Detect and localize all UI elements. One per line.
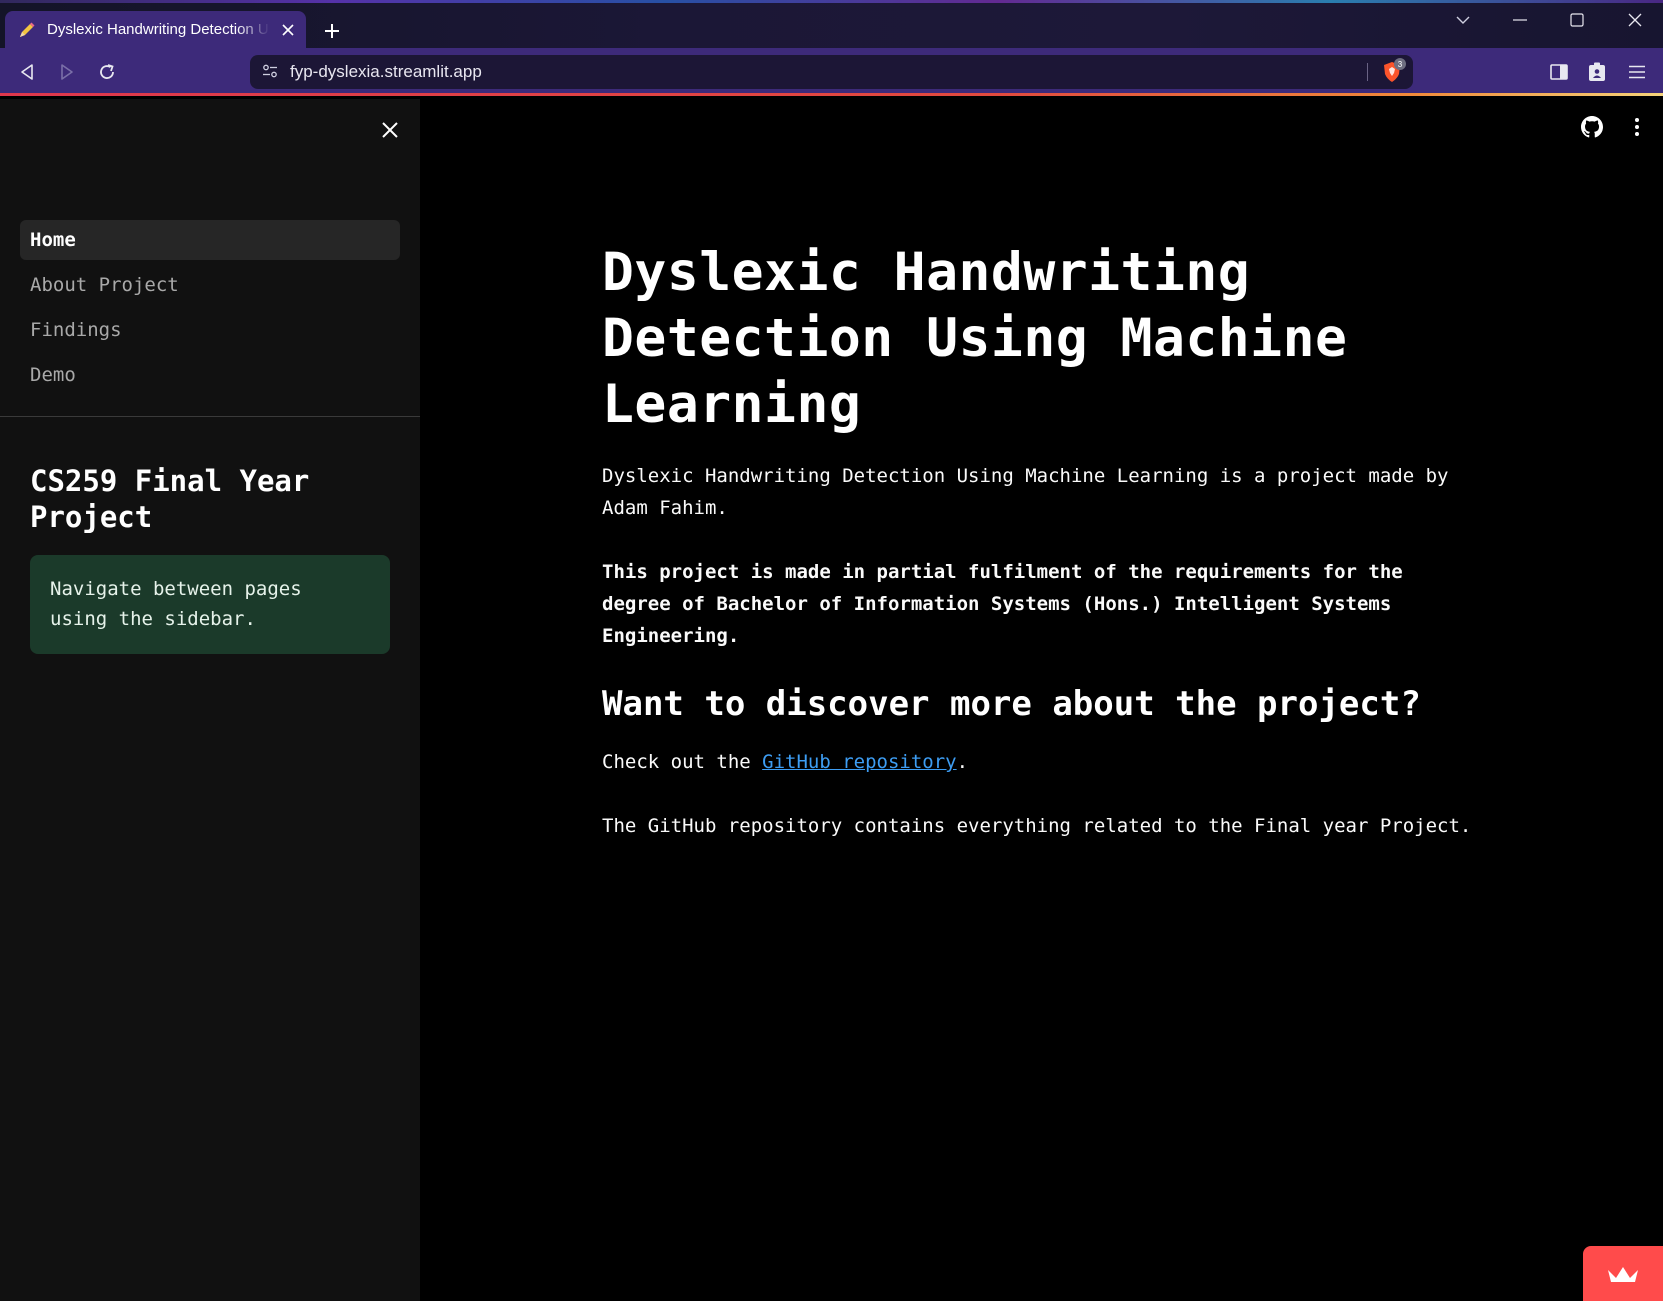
- github-icon[interactable]: [1578, 113, 1606, 141]
- sidebar-divider: [0, 416, 420, 417]
- sidebar-item-home[interactable]: Home: [20, 220, 400, 260]
- sidebar-close-icon[interactable]: [376, 116, 404, 144]
- page-nav: Home About Project Findings Demo: [20, 220, 400, 400]
- pencil-icon: [17, 20, 37, 40]
- browser-toolbar: fyp-dyslexia.streamlit.app 3: [0, 48, 1663, 96]
- sidebar-heading: CS259 Final Year Project: [30, 464, 310, 534]
- streamlit-crown-icon[interactable]: [1583, 1246, 1663, 1301]
- sidebar-toggle-icon[interactable]: [1544, 58, 1574, 86]
- checkout-paragraph: Check out the GitHub repository.: [602, 746, 1472, 778]
- minimize-icon[interactable]: [1505, 8, 1535, 32]
- sidebar-item-demo[interactable]: Demo: [20, 355, 400, 395]
- discover-heading: Want to discover more about the project?: [602, 684, 1421, 724]
- page-title: Dyslexic Handwriting Detection Using Mac…: [602, 242, 1348, 435]
- menu-icon[interactable]: [1622, 58, 1652, 86]
- address-bar[interactable]: fyp-dyslexia.streamlit.app 3: [250, 55, 1413, 89]
- tab-search-chevron-icon[interactable]: [1448, 8, 1478, 32]
- github-repository-link[interactable]: GitHub repository: [762, 751, 956, 773]
- sidebar-info-box: Navigate between pages using the sidebar…: [30, 555, 390, 654]
- checkout-suffix: .: [956, 751, 969, 773]
- forward-icon[interactable]: [52, 58, 82, 86]
- reload-icon[interactable]: [92, 58, 122, 86]
- more-options-icon[interactable]: [1623, 113, 1651, 141]
- browser-tab-active[interactable]: Dyslexic Handwriting Detection Using Mac…: [5, 11, 306, 48]
- main-content: Dyslexic Handwriting Detection Using Mac…: [602, 240, 1472, 842]
- intro-paragraph: Dyslexic Handwriting Detection Using Mac…: [602, 465, 1449, 519]
- tab-title: Dyslexic Handwriting Detection Using Mac…: [47, 21, 270, 38]
- wallet-icon[interactable]: [1582, 58, 1612, 86]
- back-icon[interactable]: [12, 58, 42, 86]
- url-text: fyp-dyslexia.streamlit.app: [290, 62, 482, 81]
- maximize-icon[interactable]: [1562, 8, 1592, 32]
- brave-shield-icon[interactable]: 3: [1381, 58, 1406, 83]
- sidebar-item-findings[interactable]: Findings: [20, 310, 400, 350]
- url-divider: [1367, 63, 1368, 81]
- shield-count-badge: 3: [1394, 58, 1406, 70]
- browser-titlebar: Dyslexic Handwriting Detection Using Mac…: [0, 0, 1663, 48]
- fulfilment-paragraph: This project is made in partial fulfilme…: [602, 561, 1403, 647]
- repo-note-paragraph: The GitHub repository contains everythin…: [602, 815, 1472, 837]
- tab-close-icon[interactable]: [280, 22, 296, 38]
- app-sidebar: Home About Project Findings Demo CS259 F…: [0, 99, 420, 1301]
- site-settings-icon[interactable]: [262, 63, 278, 82]
- checkout-prefix: Check out the: [602, 751, 763, 773]
- sidebar-item-about-project[interactable]: About Project: [20, 265, 400, 305]
- window-close-icon[interactable]: [1620, 8, 1650, 32]
- new-tab-icon[interactable]: [320, 19, 344, 43]
